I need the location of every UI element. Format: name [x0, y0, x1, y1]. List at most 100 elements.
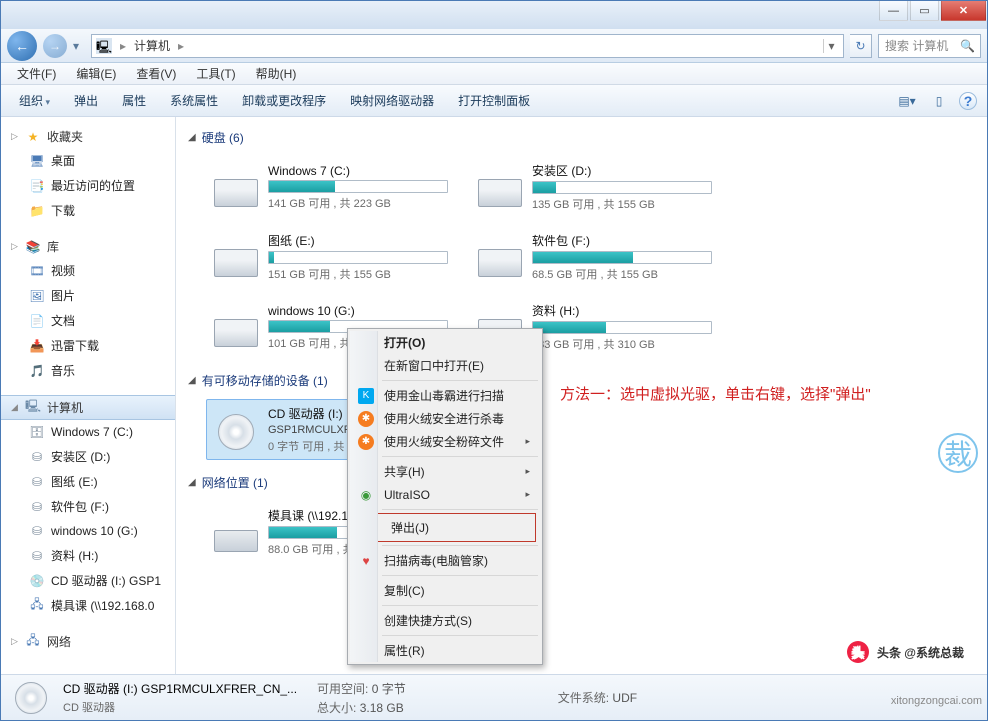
- menu-file[interactable]: 文件(F): [9, 63, 64, 84]
- status-title: CD 驱动器 (I:) GSP1RMCULXFRER_CN_...: [63, 680, 297, 697]
- ctx-item[interactable]: ✱使用火绒安全粉碎文件: [352, 430, 540, 453]
- sidebar-drive-cd[interactable]: 💿CD 驱动器 (I:) GSP1: [1, 568, 175, 593]
- sidebar-desktop[interactable]: 🖥桌面: [1, 148, 175, 173]
- section-network[interactable]: ◢网络位置 (1): [186, 468, 977, 497]
- menu-help[interactable]: 帮助(H): [248, 63, 305, 84]
- computer-icon: 🖳: [25, 400, 41, 416]
- collapse-icon: ◢: [188, 375, 196, 386]
- drive-hdd[interactable]: 图纸 (E:) 151 GB 可用 , 共 155 GB: [206, 226, 454, 288]
- history-drop-icon[interactable]: ▾: [73, 39, 85, 53]
- watermark-logo-icon: 裁: [938, 433, 978, 473]
- preview-pane-icon[interactable]: ▯: [927, 89, 951, 113]
- status-fs-label: 文件系统:: [558, 691, 609, 705]
- sidebar-drive-net[interactable]: 🖧模具课 (\\192.168.0: [1, 593, 175, 618]
- ctx-item-label: 在新窗口中打开(E): [384, 357, 484, 374]
- section-hdd[interactable]: ◢硬盘 (6): [186, 123, 977, 152]
- sidebar-videos[interactable]: 🎞视频: [1, 258, 175, 283]
- ctx-item-label: 复制(C): [384, 582, 425, 599]
- ctx-separator: [382, 635, 538, 636]
- ctx-item-label: 共享(H): [384, 463, 425, 480]
- sidebar-drive-e[interactable]: ⛁图纸 (E:): [1, 469, 175, 494]
- sidebar-drive-c[interactable]: 🗄Windows 7 (C:): [1, 420, 175, 444]
- drive-icon: ⛁: [29, 474, 45, 490]
- sidebar-xunlei[interactable]: 📥迅雷下载: [1, 333, 175, 358]
- collapse-icon: ◢: [188, 477, 196, 488]
- address-bar[interactable]: 🖳 ▸ 计算机 ▸ ▾: [91, 34, 844, 58]
- address-drop-icon[interactable]: ▾: [823, 39, 839, 53]
- menu-edit[interactable]: 编辑(E): [68, 63, 124, 84]
- drive-hdd[interactable]: 安装区 (D:) 135 GB 可用 , 共 155 GB: [470, 156, 718, 218]
- close-button[interactable]: ✕: [941, 1, 986, 21]
- toolbar-system-properties[interactable]: 系统属性: [160, 88, 228, 113]
- ctx-item[interactable]: 属性(R): [352, 639, 540, 662]
- toolbar-map-drive[interactable]: 映射网络驱动器: [340, 88, 444, 113]
- sidebar-favorites[interactable]: ▷★收藏夹: [1, 125, 175, 148]
- view-mode-icon[interactable]: ▤▾: [895, 89, 919, 113]
- ctx-item[interactable]: K使用金山毒霸进行扫描: [352, 384, 540, 407]
- sidebar-drive-d[interactable]: ⛁安装区 (D:): [1, 444, 175, 469]
- ctx-item-label: UltraISO: [384, 488, 430, 502]
- back-button[interactable]: ←: [7, 31, 37, 61]
- menu-view[interactable]: 查看(V): [128, 63, 184, 84]
- sidebar-computer[interactable]: ◢🖳计算机: [1, 395, 175, 420]
- breadcrumb-item[interactable]: 计算机: [128, 37, 176, 54]
- status-space-label: 可用空间:: [317, 682, 368, 696]
- sidebar-drive-f[interactable]: ⛁软件包 (F:): [1, 494, 175, 519]
- toolbar-uninstall[interactable]: 卸载或更改程序: [232, 88, 336, 113]
- ctx-item[interactable]: 打开(O): [352, 331, 540, 354]
- sidebar-documents[interactable]: 📄文档: [1, 308, 175, 333]
- sidebar-downloads[interactable]: 📁下载: [1, 198, 175, 223]
- status-sub: CD 驱动器: [63, 699, 297, 715]
- hdd-icon: [212, 167, 260, 207]
- sidebar-item-label: 软件包 (F:): [51, 498, 109, 515]
- sidebar-drive-g[interactable]: ⛁ windows 10 (G:): [1, 519, 175, 543]
- forward-button[interactable]: →: [43, 34, 67, 58]
- sidebar-music[interactable]: 🎵音乐: [1, 358, 175, 383]
- sidebar-item-label: 下载: [51, 202, 75, 219]
- status-size-val: 3.18 GB: [360, 701, 404, 715]
- search-input[interactable]: 搜索 计算机 🔍: [878, 34, 981, 58]
- drive-icon: ⛁: [29, 523, 45, 539]
- toolbar-eject[interactable]: 弹出: [64, 88, 108, 113]
- toolbar-organize[interactable]: 组织: [9, 88, 60, 113]
- ctx-item[interactable]: ✱使用火绒安全进行杀毒: [352, 407, 540, 430]
- annotation-text: 方法一：选中虚拟光驱，单击右键，选择"弹出": [560, 384, 871, 406]
- drive-bar: [532, 321, 712, 334]
- toolbar-control-panel[interactable]: 打开控制面板: [448, 88, 540, 113]
- sidebar-item-label: 模具课 (\\192.168.0: [51, 597, 154, 614]
- chevron-down-icon: ◢: [11, 402, 23, 413]
- menu-tools[interactable]: 工具(T): [188, 63, 243, 84]
- ctx-separator: [382, 380, 538, 381]
- sidebar-item-label: 最近访问的位置: [51, 177, 135, 194]
- sidebar-item-label: 迅雷下载: [51, 337, 99, 354]
- toolbar-properties[interactable]: 属性: [112, 88, 156, 113]
- ctx-separator: [382, 575, 538, 576]
- refresh-button[interactable]: ↻: [850, 34, 872, 58]
- drive-hdd[interactable]: Windows 7 (C:) 141 GB 可用 , 共 223 GB: [206, 156, 454, 218]
- maximize-button[interactable]: ▭: [910, 1, 939, 21]
- drive-bar: [532, 251, 712, 264]
- sidebar-item-label: windows 10 (G:): [51, 524, 138, 538]
- sidebar-pictures[interactable]: 🖼图片: [1, 283, 175, 308]
- drive-hdd[interactable]: 软件包 (F:) 68.5 GB 可用 , 共 155 GB: [470, 226, 718, 288]
- ctx-eject[interactable]: 弹出(J): [359, 516, 533, 539]
- sidebar-libraries[interactable]: ▷📚库: [1, 235, 175, 258]
- help-icon[interactable]: ?: [959, 92, 977, 110]
- drive-name: windows 10 (G:): [268, 304, 448, 318]
- ctx-item[interactable]: 复制(C): [352, 579, 540, 602]
- drive-bar: [268, 180, 448, 193]
- minimize-button[interactable]: —: [879, 1, 908, 21]
- ctx-item[interactable]: ◉UltraISO: [352, 483, 540, 506]
- ctx-item[interactable]: 共享(H): [352, 460, 540, 483]
- ctx-item[interactable]: ♥扫描病毒(电脑管家): [352, 549, 540, 572]
- document-icon: 📄: [29, 313, 45, 329]
- sidebar-drive-h[interactable]: ⛁资料 (H:): [1, 543, 175, 568]
- ctx-item[interactable]: 创建快捷方式(S): [352, 609, 540, 632]
- sidebar-item-label: Windows 7 (C:): [51, 425, 133, 439]
- network-icon: 🖧: [25, 634, 41, 650]
- sidebar-recent[interactable]: 📑最近访问的位置: [1, 173, 175, 198]
- ctx-item-label: 使用火绒安全进行杀毒: [384, 410, 504, 427]
- sidebar-network[interactable]: ▷🖧网络: [1, 630, 175, 653]
- ctx-item[interactable]: 在新窗口中打开(E): [352, 354, 540, 377]
- ctx-highlight: 弹出(J): [354, 513, 536, 542]
